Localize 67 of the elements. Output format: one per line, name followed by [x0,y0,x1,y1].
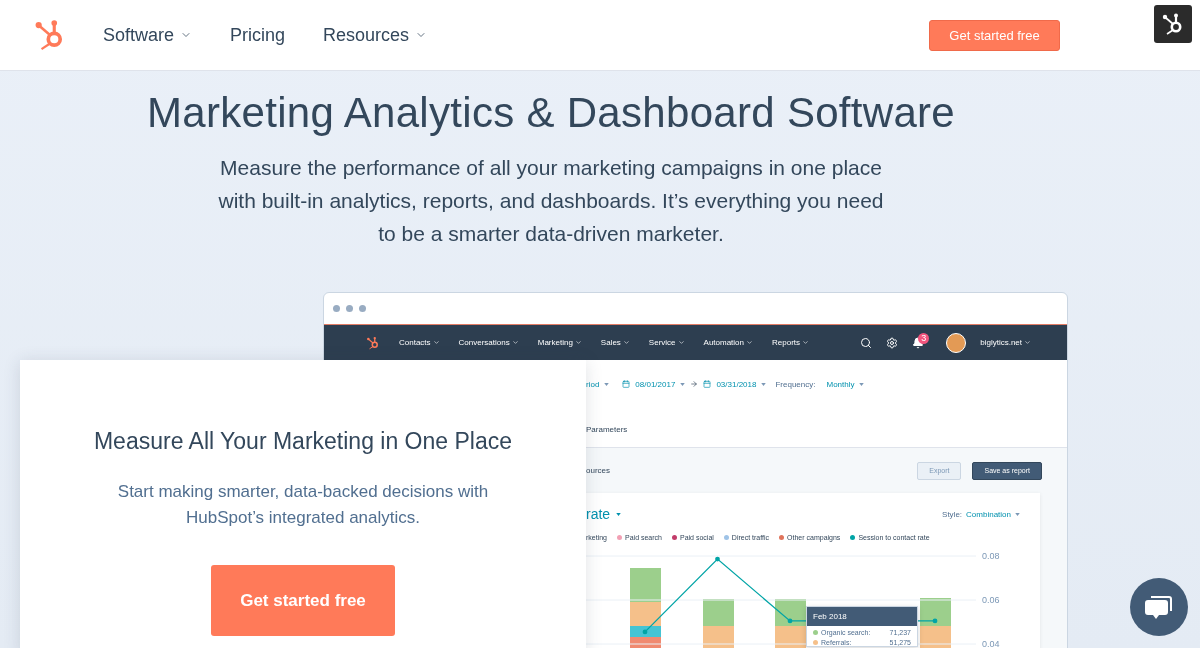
data-point [932,618,938,624]
chat-button[interactable] [1130,578,1188,636]
bar-segment [703,599,734,626]
chat-icon [1144,593,1174,621]
caret-icon [1015,512,1020,516]
bar-segment [630,637,661,648]
axis-tick-label: 0.04 [982,639,1000,648]
calendar-icon [703,380,712,388]
app-nav-link[interactable]: Contacts [399,338,440,347]
settings-icon[interactable] [886,336,899,349]
frequency-label: Frequency: [775,379,816,389]
app-nav-link[interactable]: Marketing [537,338,582,347]
window-dot [346,305,353,312]
data-point [715,556,720,562]
calendar-icon [622,380,631,388]
chevron-down-icon [677,339,685,346]
chevron-down-icon [574,339,582,346]
nav-link[interactable]: Resources [323,24,428,46]
chevron-down-icon [746,339,753,346]
page-title: Marketing Analytics & Dashboard Software [145,89,957,137]
tooltip-title: Feb 2018 [807,607,917,626]
chevron-down-icon [511,339,519,346]
axis-tick-label: 0.08 [982,551,1000,561]
caret-icon [761,382,767,386]
logo-badge[interactable] [1154,5,1192,43]
bar-segment [630,568,661,602]
intro-text: Measure the performance of all your marketing campaigns in one place with built-in analytics, reports, and dashboards. It’s everything you need to be a smarter data-driven marketer. [217,155,885,247]
bar-segment [703,626,734,648]
bar-segment [775,626,806,648]
card-title: Measure All Your Marketing in One Place [92,428,514,455]
end-date[interactable]: 03/31/2018 [716,379,757,389]
app-nav-link[interactable]: Automation [703,338,753,347]
data-point [787,618,793,624]
chevron-down-icon [1024,339,1031,346]
frequency-dropdown[interactable]: Monthly [826,379,855,389]
chevron-down-icon [802,339,810,346]
start-date[interactable]: 08/01/2017 [635,379,676,389]
notification-count: 3 [918,332,930,344]
search-icon[interactable] [860,336,873,349]
app-nav-link[interactable]: Reports [772,338,810,347]
section-title: ources [586,466,610,475]
style-label: Style: [942,509,963,519]
account-menu[interactable]: biglytics.net [980,338,1031,347]
caret-icon [604,382,610,386]
bar-segment [920,626,951,648]
tab[interactable]: Parameters [586,425,628,434]
nav-link[interactable]: Pricing [230,24,286,46]
app-nav-link[interactable]: Sales [600,338,630,347]
chevron-down-icon [622,339,630,346]
window-dot [333,305,340,312]
app-nav-link[interactable]: Conversations [458,338,519,347]
avatar[interactable] [946,332,967,353]
nav-link[interactable]: Software [103,24,193,46]
window-dot [359,305,366,312]
logo-icon [366,335,380,350]
arrow-right-icon [690,380,699,388]
caret-icon [859,382,865,386]
data-point [642,629,648,635]
caret-icon [616,512,622,516]
period-dropdown[interactable]: riod [586,379,600,389]
caret-icon [680,382,686,386]
style-dropdown[interactable]: Combination [966,509,1011,519]
card-text: Start making smarter, data-backed decisions with HubSpot’s integrated analytics. [116,481,490,529]
axis-tick-label: 0.06 [982,595,1000,605]
app-nav-link[interactable]: Service [648,338,685,347]
chart-title[interactable]: rate [586,506,611,522]
chevron-down-icon [432,339,440,346]
